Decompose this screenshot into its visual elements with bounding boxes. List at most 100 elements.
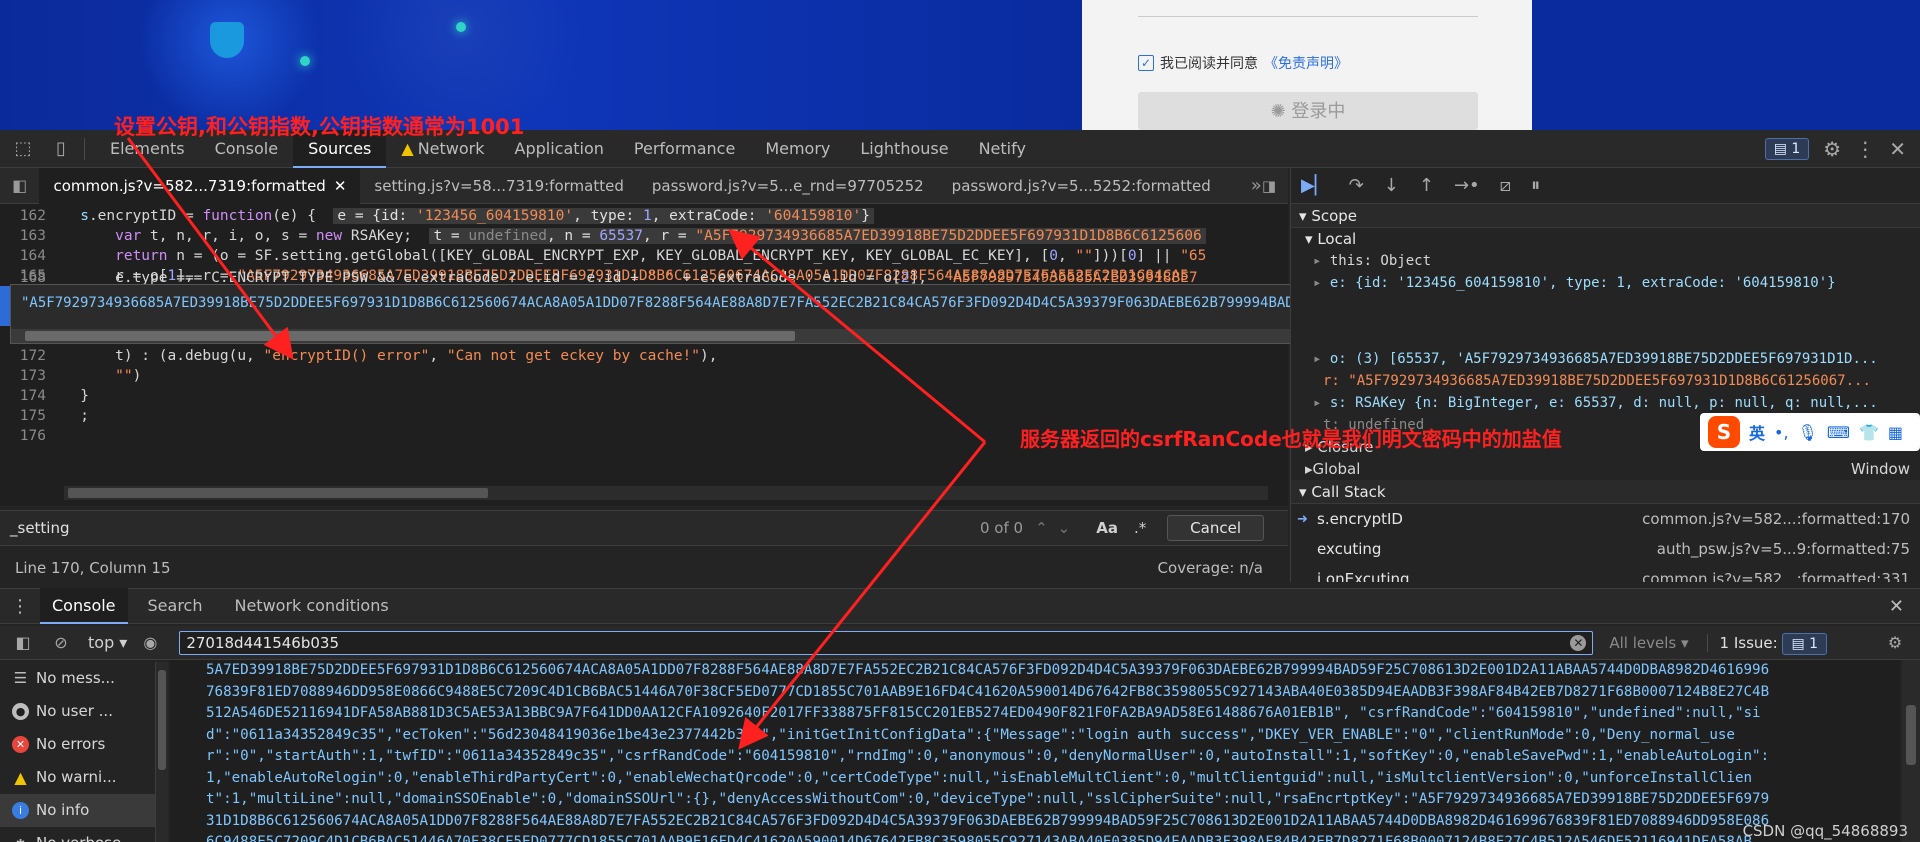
scrollbar-thumb[interactable] [25, 331, 795, 341]
expand-icon: ▸ [1313, 395, 1330, 411]
sidebar-item-label: No verbose [36, 834, 121, 842]
line-number[interactable]: 176 [0, 426, 54, 446]
gear-icon[interactable]: ⚙ [1880, 633, 1910, 652]
line-number[interactable]: 174 [0, 386, 54, 406]
match-case-button[interactable]: Aa [1096, 519, 1118, 537]
frame-location[interactable]: common.js?v=582...:formatted:331 [1642, 570, 1910, 582]
clear-console-icon[interactable]: ⊘ [46, 633, 76, 652]
regex-button[interactable]: .* [1134, 519, 1146, 537]
issues-badge[interactable]: ▤ 1 [1764, 137, 1810, 160]
file-tab-common[interactable]: common.js?v=582...7319:formatted ✕ [39, 167, 361, 204]
scope-s[interactable]: ▸ s: RSAKey {n: BigInteger, e: 65537, d:… [1291, 392, 1920, 414]
scope-this[interactable]: ▸ this: Object [1291, 250, 1920, 272]
skin-icon[interactable]: 👕 [1859, 423, 1879, 442]
call-frame[interactable]: i.onExcuting common.js?v=582...:formatted… [1291, 564, 1920, 582]
find-nav-icons[interactable]: ⌃⌄ [1035, 519, 1080, 537]
line-number[interactable]: 164 [0, 246, 54, 266]
drawer-tab-console[interactable]: Console [40, 588, 128, 624]
sidebar-scrollbar[interactable] [156, 662, 168, 842]
scrollbar-thumb[interactable] [68, 488, 488, 498]
file-tab-setting[interactable]: setting.js?v=58...7319:formatted [360, 168, 637, 204]
ime-toolbar[interactable]: S 英 •, 🎙 ⌨ 👕 ▦ [1700, 413, 1920, 451]
frame-location[interactable]: common.js?v=582...:formatted:170 [1642, 510, 1910, 528]
scope-global[interactable]: ▸ Global Window [1291, 458, 1920, 480]
sidebar-item-info[interactable]: i No info [0, 794, 155, 827]
spinner-icon: ✺ [1270, 101, 1286, 122]
scrollbar-thumb[interactable] [1906, 705, 1916, 765]
resume-icon[interactable]: ▶▏ [1301, 175, 1329, 196]
pause-exceptions-icon[interactable]: ⏸ [1531, 175, 1540, 196]
punctuation-icon[interactable]: •, [1774, 423, 1789, 442]
disclaimer-link[interactable]: 《免责声明》 [1264, 53, 1348, 73]
step-over-icon[interactable]: ↷ [1349, 175, 1364, 196]
call-stack-header[interactable]: ▾ Call Stack [1291, 480, 1920, 504]
code-line: 162 s.encryptID = function(e) { e = {id:… [0, 206, 1288, 226]
sidebar-item-warnings[interactable]: ▲ No warni... [0, 761, 155, 794]
tab-lighthouse[interactable]: Lighthouse [845, 130, 963, 168]
sidebar-item-errors[interactable]: ✕ No errors [0, 728, 155, 761]
line-number[interactable]: 163 [0, 226, 54, 246]
login-button[interactable]: ✺ 登录中 [1138, 92, 1478, 130]
scrollbar-thumb[interactable] [158, 670, 166, 770]
scope-r[interactable]: r: "A5F7929734936685A7ED39918BE75D2DDEE5… [1291, 370, 1920, 392]
clear-filter-icon[interactable]: ✕ [1570, 634, 1587, 651]
step-icon[interactable]: →• [1454, 175, 1480, 196]
sidebar-toggle-icon[interactable]: ◧ [8, 633, 38, 652]
grid-icon[interactable]: ▦ [1888, 423, 1903, 442]
sidebar-item-verbose[interactable]: ✱ No verbose [0, 827, 155, 842]
device-toolbar-icon[interactable]: ▯ [46, 134, 76, 164]
close-icon[interactable]: ✕ [1889, 137, 1906, 161]
scope-o[interactable]: ▸ o: (3) [65537, 'A5F7929734936685A7ED39… [1291, 348, 1920, 370]
ime-mode-label[interactable]: 英 [1749, 420, 1765, 444]
tab-netify[interactable]: Netify [964, 130, 1041, 168]
editor-scrollbar[interactable] [64, 486, 1268, 500]
drawer-tab-network-conditions[interactable]: Network conditions [222, 588, 400, 624]
gear-icon[interactable]: ⚙ [1823, 137, 1841, 161]
close-tab-icon[interactable]: ✕ [334, 177, 347, 195]
more-options-icon[interactable]: ⋮ [1855, 137, 1875, 161]
tab-performance[interactable]: Performance [619, 130, 750, 168]
sidebar-item-messages[interactable]: ☰ No mess... [0, 662, 155, 695]
console-line: 5A7ED39918BE75D2DDEE5F697931D1D8B6C61256… [206, 662, 1770, 678]
close-icon[interactable]: ✕ [1889, 596, 1904, 617]
code-editor[interactable]: 162 s.encryptID = function(e) { e = {id:… [0, 204, 1288, 506]
log-levels-dropdown[interactable]: All levels ▾ [1609, 634, 1688, 652]
issues-button[interactable]: 1 Issue: ▤ 1 [1706, 632, 1828, 655]
line-number[interactable]: 162 [0, 206, 54, 226]
line-number[interactable]: 172 [0, 346, 54, 366]
line-number[interactable]: 175 [0, 406, 54, 426]
live-expression-icon[interactable]: ◉ [135, 633, 165, 652]
agreement-row[interactable]: ✓ 我已阅读并同意 《免责声明》 [1138, 53, 1348, 73]
navigator-toggle-icon[interactable]: ◧ [0, 176, 39, 195]
more-tabs-icon[interactable]: » [1251, 175, 1262, 196]
deactivate-breakpoints-icon[interactable]: ⧄ [1500, 175, 1511, 196]
console-filter-input[interactable]: 27018d441546b035 ✕ [179, 630, 1594, 655]
keyboard-icon[interactable]: ⌨ [1827, 423, 1850, 442]
scope-header[interactable]: ▾ Scope [1291, 204, 1920, 228]
context-selector[interactable]: top ▾ [88, 633, 127, 652]
find-input[interactable]: _setting [10, 519, 1010, 537]
checkbox-icon[interactable]: ✓ [1138, 55, 1154, 71]
inspect-icon[interactable]: ⬚ [8, 134, 38, 164]
file-tab-password-raw[interactable]: password.js?v=5...e_rnd=97705252 [638, 168, 938, 204]
scope-local[interactable]: ▾ Local [1291, 228, 1920, 250]
microphone-icon[interactable]: 🎙 [1798, 423, 1818, 442]
step-out-icon[interactable]: ↑ [1419, 175, 1434, 196]
tab-memory[interactable]: Memory [750, 130, 845, 168]
frame-location[interactable]: auth_psw.js?v=5...9:formatted:75 [1657, 540, 1910, 558]
call-frame[interactable]: excuting auth_psw.js?v=5...9:formatted:75 [1291, 534, 1920, 564]
file-tab-password-formatted[interactable]: password.js?v=5...5252:formatted [938, 168, 1225, 204]
line-number[interactable]: 173 [0, 366, 54, 386]
sogou-logo-icon: S [1708, 416, 1740, 448]
scope-e[interactable]: ▸ e: {id: '123456_604159810', type: 1, e… [1291, 272, 1920, 294]
scope-this-label: this: Object [1329, 253, 1432, 269]
call-frame[interactable]: s.encryptID common.js?v=582...:formatted:… [1291, 504, 1920, 534]
console-output[interactable]: 5A7ED39918BE75D2DDEE5F697931D1D8B6C61256… [170, 660, 1900, 842]
drawer-tab-search[interactable]: Search [136, 588, 215, 624]
cancel-button[interactable]: Cancel [1167, 515, 1264, 541]
output-scrollbar[interactable] [1902, 660, 1920, 842]
step-into-icon[interactable]: ↓ [1384, 175, 1399, 196]
debugger-toggle-icon[interactable]: ◨ [1262, 177, 1276, 195]
sidebar-item-user[interactable]: ● No user ... [0, 695, 155, 728]
drawer-menu-icon[interactable]: ⋮ [0, 596, 40, 617]
